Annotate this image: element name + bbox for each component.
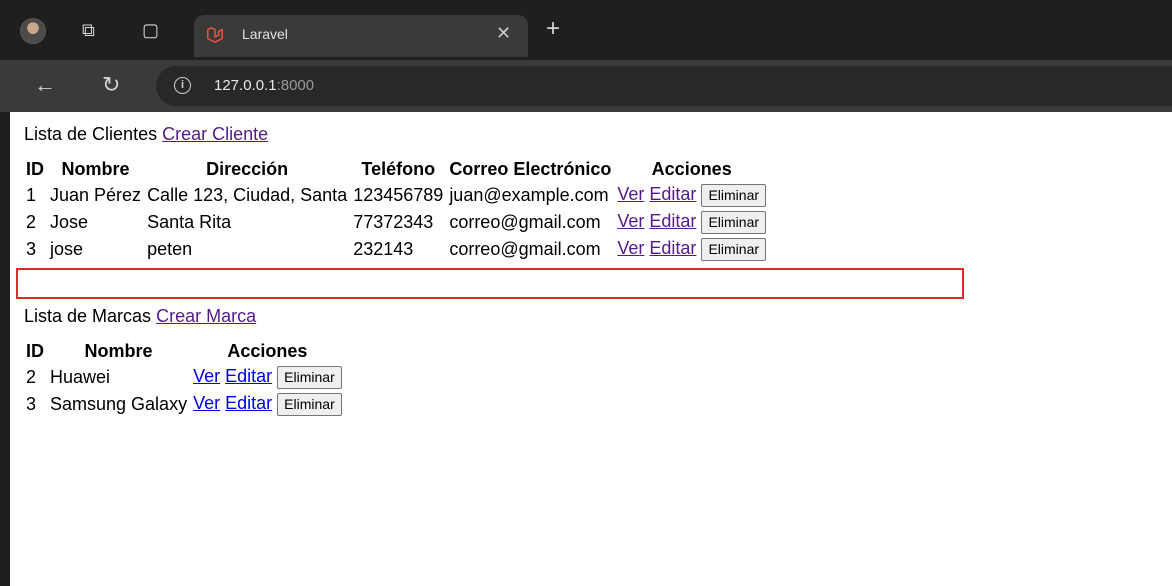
- clientes-table: ID Nombre Dirección Teléfono Correo Elec…: [22, 156, 770, 264]
- column-header: Teléfono: [361, 159, 436, 179]
- marcas-table: ID Nombre Acciones 2 Huawei Ver Editar E…: [22, 338, 346, 419]
- cell-id: 1: [26, 185, 37, 205]
- cell-id: 3: [26, 394, 37, 414]
- column-header: Acciones: [651, 159, 732, 179]
- editar-link[interactable]: Editar: [649, 184, 696, 204]
- cell-nombre: Jose: [50, 212, 89, 232]
- crear-cliente-link[interactable]: Crear Cliente: [162, 124, 268, 144]
- cell-direccion: peten: [147, 239, 193, 259]
- eliminar-button[interactable]: Eliminar: [277, 366, 342, 389]
- column-header: Correo Electrónico: [449, 159, 612, 179]
- column-header: Acciones: [227, 341, 308, 361]
- cell-nombre: Samsung Galaxy: [50, 394, 188, 414]
- eliminar-button[interactable]: Eliminar: [701, 238, 767, 261]
- active-tab[interactable]: Laravel ✕: [194, 15, 528, 57]
- cell-acciones: Ver Editar Eliminar: [615, 183, 768, 208]
- table-row: 2 Huawei Ver Editar Eliminar: [24, 365, 344, 390]
- eliminar-button[interactable]: Eliminar: [277, 393, 342, 416]
- table-row: 1 Juan Pérez Calle 123, Ciudad, Santa 12…: [24, 183, 768, 208]
- clientes-heading: Lista de Clientes Crear Cliente: [24, 124, 268, 145]
- cell-telefono: 232143: [353, 239, 414, 259]
- browser-toolbar: ← ↻ i 127.0.0.1:8000: [0, 60, 1172, 112]
- table-header-row: ID Nombre Acciones: [24, 340, 344, 363]
- cell-id: 2: [26, 367, 37, 387]
- table-row: 3 Samsung Galaxy Ver Editar Eliminar: [24, 392, 344, 417]
- cell-acciones: Ver Editar Eliminar: [615, 210, 768, 235]
- marcas-title: Lista de Marcas: [24, 306, 152, 326]
- column-header: ID: [26, 159, 44, 179]
- tab-title: Laravel: [242, 26, 288, 42]
- cell-telefono: 77372343: [353, 212, 434, 232]
- ver-link[interactable]: Ver: [193, 393, 220, 413]
- table-row: 2 Jose Santa Rita 77372343 correo@gmail.…: [24, 210, 768, 235]
- eliminar-button[interactable]: Eliminar: [701, 211, 767, 234]
- tab-strip: ⧉ ▢ Laravel ✕ +: [0, 0, 1172, 60]
- clientes-title: Lista de Clientes: [24, 124, 158, 144]
- url-text[interactable]: 127.0.0.1:8000: [214, 77, 314, 94]
- info-icon[interactable]: i: [174, 77, 191, 94]
- column-header: Nombre: [84, 341, 153, 361]
- eliminar-button[interactable]: Eliminar: [701, 184, 767, 207]
- editar-link[interactable]: Editar: [649, 211, 696, 231]
- editar-link[interactable]: Editar: [649, 238, 696, 258]
- profile-avatar[interactable]: [20, 18, 46, 44]
- address-bar[interactable]: i 127.0.0.1:8000: [156, 66, 1172, 106]
- cell-nombre: Huawei: [50, 367, 111, 387]
- cell-id: 3: [26, 239, 37, 259]
- table-header-row: ID Nombre Dirección Teléfono Correo Elec…: [24, 158, 768, 181]
- page-content: Lista de Clientes Crear Cliente ID Nombr…: [10, 112, 1172, 586]
- column-header: Dirección: [206, 159, 289, 179]
- crear-marca-link[interactable]: Crear Marca: [156, 306, 256, 326]
- workspaces-icon[interactable]: ⧉: [82, 20, 95, 40]
- ver-link[interactable]: Ver: [617, 211, 644, 231]
- editar-link[interactable]: Editar: [225, 366, 272, 386]
- laravel-logo-icon: [207, 26, 223, 44]
- cell-correo: correo@gmail.com: [449, 212, 601, 232]
- ver-link[interactable]: Ver: [617, 184, 644, 204]
- column-header: Nombre: [61, 159, 130, 179]
- cell-acciones: Ver Editar Eliminar: [191, 365, 344, 390]
- marcas-heading: Lista de Marcas Crear Marca: [24, 306, 256, 327]
- cell-telefono: 123456789: [353, 185, 444, 205]
- new-tab-icon[interactable]: +: [546, 17, 560, 41]
- cell-acciones: Ver Editar Eliminar: [615, 237, 768, 262]
- cell-direccion: Calle 123, Ciudad, Santa: [147, 185, 348, 205]
- cell-nombre: jose: [50, 239, 84, 259]
- back-icon[interactable]: ←: [34, 74, 56, 96]
- editar-link[interactable]: Editar: [225, 393, 272, 413]
- ver-link[interactable]: Ver: [193, 366, 220, 386]
- cell-id: 2: [26, 212, 37, 232]
- reload-icon[interactable]: ↻: [102, 74, 120, 96]
- highlight-box: [16, 268, 964, 299]
- tab-strip-icon[interactable]: ▢: [142, 20, 159, 40]
- cell-direccion: Santa Rita: [147, 212, 232, 232]
- close-icon[interactable]: ✕: [496, 23, 511, 44]
- cell-acciones: Ver Editar Eliminar: [191, 392, 344, 417]
- table-row: 3 jose peten 232143 correo@gmail.com Ver…: [24, 237, 768, 262]
- ver-link[interactable]: Ver: [617, 238, 644, 258]
- cell-correo: juan@example.com: [449, 185, 609, 205]
- column-header: ID: [26, 341, 44, 361]
- cell-nombre: Juan Pérez: [50, 185, 142, 205]
- cell-correo: correo@gmail.com: [449, 239, 601, 259]
